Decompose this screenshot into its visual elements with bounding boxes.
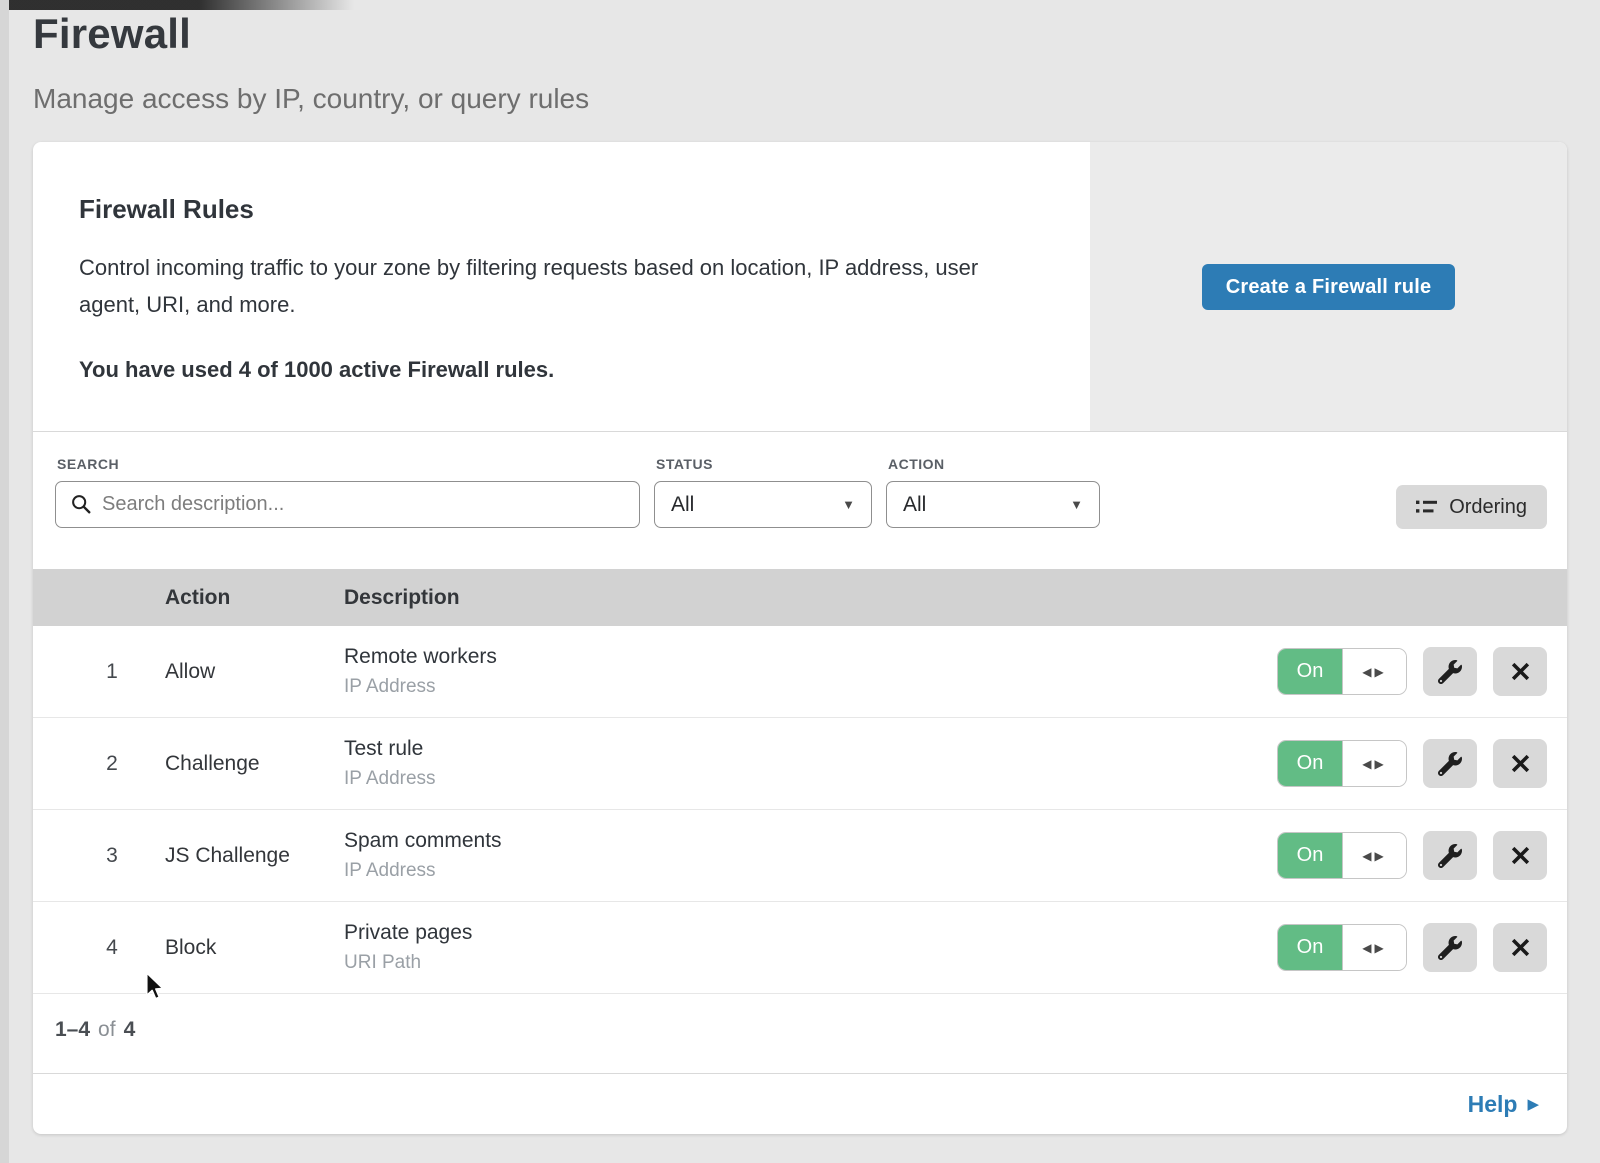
rule-controls: On ◀▶ [1277, 739, 1567, 788]
rule-controls: On ◀▶ [1277, 923, 1567, 972]
ordering-button-label: Ordering [1449, 496, 1527, 519]
rule-match-type: IP Address [344, 860, 1277, 882]
toggle-on-label: On [1278, 741, 1342, 786]
usage-note: You have used 4 of 1000 active Firewall … [79, 357, 1030, 383]
status-label: STATUS [656, 456, 872, 472]
toggle-on-label: On [1278, 649, 1342, 694]
status-select[interactable]: All ▼ [654, 481, 872, 528]
action-select[interactable]: All ▼ [886, 481, 1100, 528]
wrench-icon [1438, 752, 1462, 776]
table-header: Action Description [33, 569, 1567, 626]
rule-priority: 2 [33, 752, 165, 776]
page-subtitle: Manage access by IP, country, or query r… [33, 82, 1600, 116]
action-column-header: Action [165, 586, 344, 610]
edit-rule-button[interactable] [1423, 923, 1477, 972]
table-row: 1 Allow Remote workers IP Address On ◀▶ [33, 626, 1567, 718]
rule-priority: 4 [33, 936, 165, 960]
filters-bar: SEARCH STATUS All ▼ ACTION All ▼ [33, 432, 1567, 569]
table-row: 3 JS Challenge Spam comments IP Address … [33, 810, 1567, 902]
delete-rule-button[interactable] [1493, 923, 1547, 972]
rule-description: Spam comments [344, 829, 1277, 853]
rule-action: JS Challenge [165, 844, 344, 868]
toggle-on-label: On [1278, 925, 1342, 970]
toggle-on-label: On [1278, 833, 1342, 878]
wrench-icon [1438, 936, 1462, 960]
window-edge-artifact-left [0, 0, 9, 1163]
toggle-drag-handle-icon[interactable]: ◀▶ [1342, 649, 1406, 694]
rule-enabled-toggle[interactable]: On ◀▶ [1277, 924, 1407, 971]
rule-priority: 3 [33, 844, 165, 868]
rules-list: 1 Allow Remote workers IP Address On ◀▶ [33, 626, 1567, 994]
search-icon [70, 493, 92, 515]
section-title: Firewall Rules [79, 194, 1030, 225]
table-row: 2 Challenge Test rule IP Address On ◀▶ [33, 718, 1567, 810]
close-icon [1510, 753, 1531, 774]
firewall-rules-card: Firewall Rules Control incoming traffic … [33, 142, 1567, 1134]
delete-rule-button[interactable] [1493, 647, 1547, 696]
toggle-drag-handle-icon[interactable]: ◀▶ [1342, 833, 1406, 878]
overview-side-panel: Create a Firewall rule [1090, 142, 1567, 431]
help-link-label: Help [1468, 1091, 1518, 1118]
pagination-of: of [98, 1018, 116, 1042]
arrow-right-icon: ▶ [1527, 1097, 1539, 1112]
rule-controls: On ◀▶ [1277, 831, 1567, 880]
overview-section: Firewall Rules Control incoming traffic … [33, 142, 1567, 432]
rule-controls: On ◀▶ [1277, 647, 1567, 696]
section-description: Control incoming traffic to your zone by… [79, 249, 1029, 323]
description-column-header: Description [344, 586, 1567, 610]
search-label: SEARCH [57, 456, 640, 472]
wrench-icon [1438, 660, 1462, 684]
status-field-group: STATUS All ▼ [654, 456, 872, 528]
rule-enabled-toggle[interactable]: On ◀▶ [1277, 740, 1407, 787]
delete-rule-button[interactable] [1493, 831, 1547, 880]
close-icon [1510, 845, 1531, 866]
edit-rule-button[interactable] [1423, 831, 1477, 880]
action-label: ACTION [888, 456, 1100, 472]
pagination: 1–4 of 4 [33, 994, 1567, 1074]
overview-text: Firewall Rules Control incoming traffic … [33, 142, 1090, 431]
create-firewall-rule-button[interactable]: Create a Firewall rule [1202, 264, 1456, 310]
pagination-total: 4 [124, 1018, 136, 1042]
rule-action: Allow [165, 660, 344, 684]
window-edge-artifact-top [9, 0, 354, 10]
chevron-down-icon: ▼ [1070, 497, 1083, 512]
rule-description: Remote workers [344, 645, 1277, 669]
rule-enabled-toggle[interactable]: On ◀▶ [1277, 648, 1407, 695]
action-field-group: ACTION All ▼ [886, 456, 1100, 528]
list-ordering-icon [1416, 499, 1438, 515]
toggle-drag-handle-icon[interactable]: ◀▶ [1342, 741, 1406, 786]
pagination-range: 1–4 [55, 1018, 90, 1042]
close-icon [1510, 661, 1531, 682]
table-row: 4 Block Private pages URI Path On ◀▶ [33, 902, 1567, 994]
rule-enabled-toggle[interactable]: On ◀▶ [1277, 832, 1407, 879]
search-field-group: SEARCH [55, 456, 640, 528]
rule-action: Challenge [165, 752, 344, 776]
rule-description: Test rule [344, 737, 1277, 761]
status-select-value: All [671, 493, 694, 517]
card-footer: Help ▶ [33, 1074, 1567, 1134]
edit-rule-button[interactable] [1423, 647, 1477, 696]
page-title: Firewall [33, 8, 1600, 60]
wrench-icon [1438, 844, 1462, 868]
edit-rule-button[interactable] [1423, 739, 1477, 788]
ordering-button[interactable]: Ordering [1396, 485, 1547, 529]
page-header: Firewall Manage access by IP, country, o… [0, 0, 1600, 116]
help-link[interactable]: Help ▶ [1468, 1091, 1539, 1118]
toggle-drag-handle-icon[interactable]: ◀▶ [1342, 925, 1406, 970]
rule-description: Private pages [344, 921, 1277, 945]
delete-rule-button[interactable] [1493, 739, 1547, 788]
rule-match-type: IP Address [344, 676, 1277, 698]
close-icon [1510, 937, 1531, 958]
rule-action: Block [165, 936, 344, 960]
chevron-down-icon: ▼ [842, 497, 855, 512]
rule-match-type: IP Address [344, 768, 1277, 790]
action-select-value: All [903, 493, 926, 517]
rule-match-type: URI Path [344, 952, 1277, 974]
rule-priority: 1 [33, 660, 165, 684]
search-input[interactable] [55, 481, 640, 528]
